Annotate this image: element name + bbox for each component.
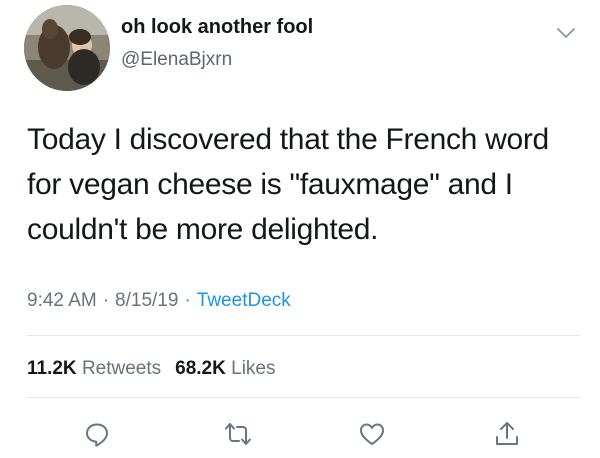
like-button[interactable] bbox=[358, 420, 386, 448]
avatar[interactable] bbox=[24, 5, 110, 91]
share-icon bbox=[496, 422, 518, 445]
tweet-date[interactable]: 8/15/19 bbox=[115, 290, 178, 311]
divider bbox=[27, 397, 580, 398]
chevron-down-icon[interactable] bbox=[556, 26, 576, 40]
retweet-icon bbox=[225, 423, 251, 445]
divider bbox=[27, 335, 580, 336]
reply-icon bbox=[86, 423, 108, 447]
reply-button[interactable] bbox=[83, 420, 111, 448]
tweet-card: oh look another fool @ElenaBjxrn Today I… bbox=[0, 0, 600, 458]
meta-separator: · bbox=[184, 290, 191, 311]
meta-separator: · bbox=[102, 290, 110, 311]
likes-stat[interactable]: 68.2K Likes bbox=[175, 358, 275, 379]
tweet-meta: 9:42 AM · 8/15/19 · TweetDeck bbox=[27, 290, 291, 312]
tweet-text-line: couldn't be more delighted. bbox=[27, 213, 379, 246]
tweet-text-line: Today I discovered that the French word bbox=[27, 123, 549, 156]
heart-icon bbox=[360, 423, 384, 445]
retweets-label: Retweets bbox=[81, 358, 162, 379]
retweet-button[interactable] bbox=[224, 420, 252, 448]
tweet-text-line: for vegan cheese is "fauxmage" and I bbox=[27, 168, 513, 201]
retweets-count: 11.2K bbox=[27, 358, 77, 379]
share-button[interactable] bbox=[493, 420, 521, 448]
display-name[interactable]: oh look another fool bbox=[121, 16, 313, 39]
likes-count: 68.2K bbox=[175, 358, 226, 379]
likes-label: Likes bbox=[231, 358, 276, 379]
tweet-stats: 11.2K Retweets 68.2K Likes bbox=[27, 358, 275, 380]
tweet-source-link[interactable]: TweetDeck bbox=[197, 290, 291, 311]
tweet-time[interactable]: 9:42 AM bbox=[27, 290, 97, 311]
retweets-stat[interactable]: 11.2K Retweets bbox=[27, 358, 161, 379]
user-handle[interactable]: @ElenaBjxrn bbox=[121, 49, 232, 71]
tweet-text: Today I discovered that the French word … bbox=[27, 117, 587, 252]
